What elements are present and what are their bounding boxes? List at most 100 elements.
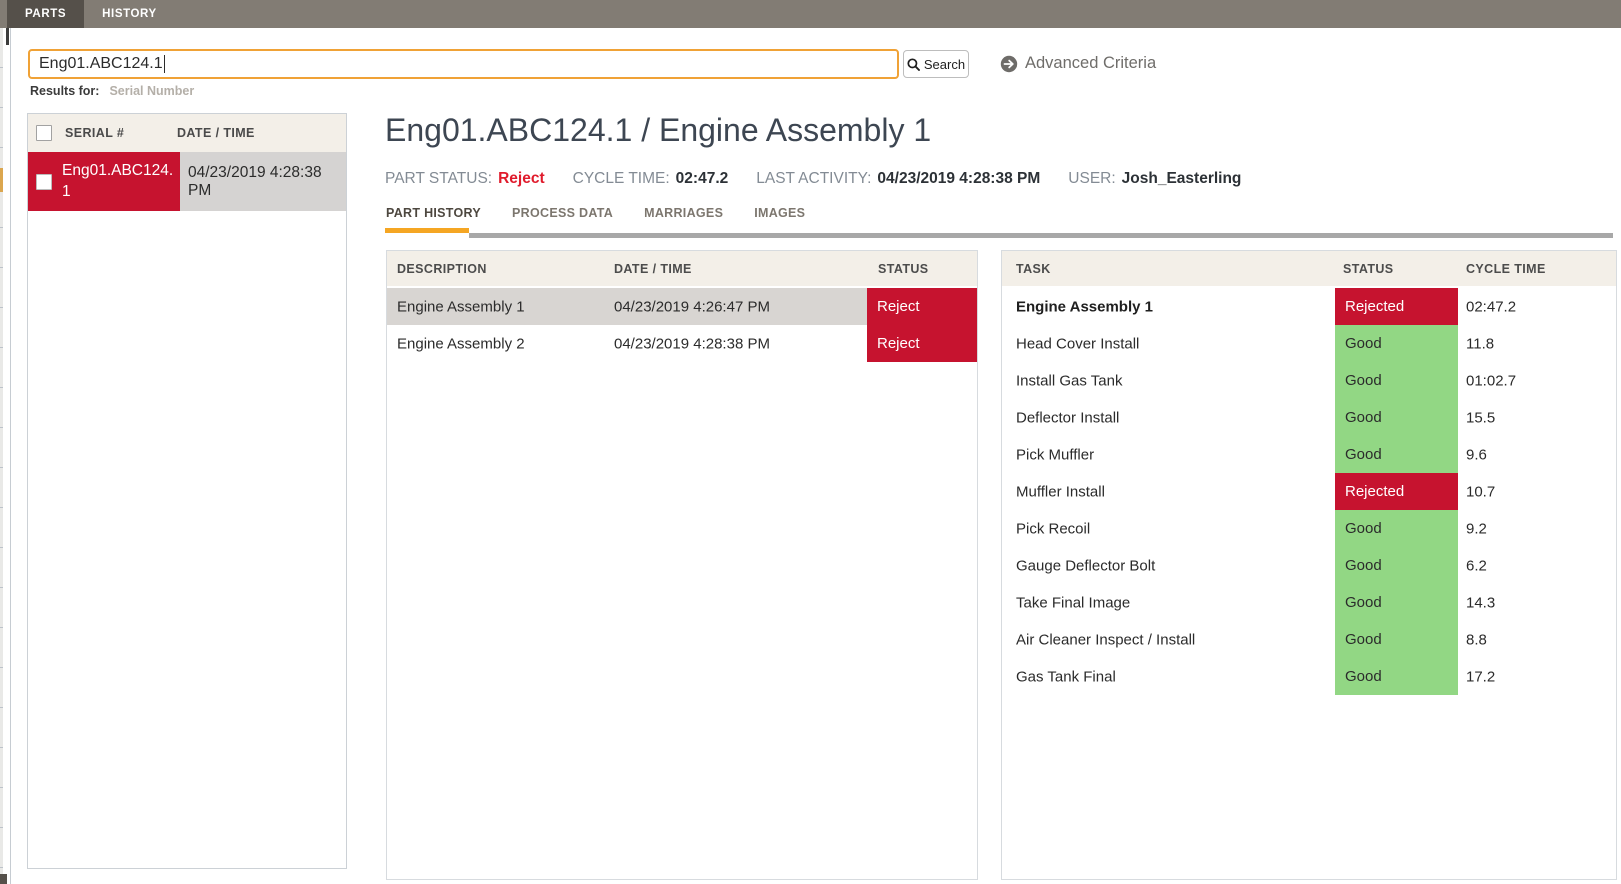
task-name: Muffler Install [1016,483,1105,500]
task-name: Air Cleaner Inspect / Install [1016,631,1196,648]
task-status-badge: Good [1335,658,1458,695]
cycle-time-label: CYCLE TIME: [572,170,670,187]
description-column-header: DESCRIPTION [397,261,487,276]
task-row: Air Cleaner Inspect / Install Good 8.8 [1002,621,1616,658]
history-row[interactable]: Engine Assembly 2 04/23/2019 4:28:38 PM … [387,325,977,362]
status-column-header: STATUS [878,261,929,276]
task-name: Pick Recoil [1016,520,1091,537]
tab-bar-rule [469,233,1613,238]
tab-images[interactable]: IMAGES [754,206,805,220]
part-history-table-header: DESCRIPTION DATE / TIME STATUS [387,251,977,288]
task-row: Deflector Install Good 15.5 [1002,399,1616,436]
row-checkbox[interactable] [36,173,52,190]
task-name: Take Final Image [1016,594,1131,611]
task-name: Deflector Install [1016,409,1120,426]
user-value: Josh_Easterling [1121,170,1242,187]
results-for-label: Results for: [30,84,100,98]
meta-cycle-time: CYCLE TIME: 02:47.2 [573,170,729,188]
task-row: Gas Tank Final Good 17.2 [1002,658,1616,695]
part-meta-line: PART STATUS: Reject CYCLE TIME: 02:47.2 … [385,170,1269,188]
task-cycle-time: 8.8 [1466,631,1487,648]
task-name: Gas Tank Final [1016,668,1116,685]
nav-tab-parts[interactable]: PARTS [7,0,85,28]
task-column-header: TASK [1016,261,1051,276]
result-serial-value: Eng01.ABC124.1 [62,161,174,200]
task-status-badge: Good [1335,584,1458,621]
last-activity-value: 04/23/2019 4:28:38 PM [877,170,1041,187]
nav-tab-history[interactable]: HISTORY [84,0,175,28]
results-for-line: Results for: Serial Number [30,84,194,98]
advanced-criteria-link[interactable]: Advanced Criteria [1000,54,1156,73]
task-name: Head Cover Install [1016,335,1140,352]
task-row: Pick Muffler Good 9.6 [1002,436,1616,473]
user-label: USER: [1068,170,1116,187]
cycle-time-value: 02:47.2 [675,170,729,187]
task-status-badge: Rejected [1335,288,1458,325]
task-status-badge: Good [1335,510,1458,547]
history-datetime: 04/23/2019 4:26:47 PM [614,298,770,315]
history-description: Engine Assembly 2 [397,335,525,352]
task-status-badge: Good [1335,399,1458,436]
task-status-badge: Good [1335,325,1458,362]
task-row: Engine Assembly 1 Rejected 02:47.2 [1002,288,1616,325]
task-cycle-time: 14.3 [1466,594,1496,611]
task-status-badge: Good [1335,621,1458,658]
arrow-circle-icon [1000,55,1018,73]
tab-marriages[interactable]: MARRIAGES [644,206,723,220]
results-for-value: Serial Number [109,84,195,98]
status-column-header: STATUS [1343,261,1394,276]
task-table-header: TASK STATUS CYCLE TIME [1002,251,1616,288]
sliver-orange-mark [0,168,3,192]
task-status-badge: Rejected [1335,473,1458,510]
task-cycle-time: 6.2 [1466,557,1487,574]
history-row[interactable]: Engine Assembly 1 04/23/2019 4:26:47 PM … [387,288,977,325]
task-cycle-time: 9.6 [1466,446,1487,463]
page-title: Eng01.ABC124.1 / Engine Assembly 1 [385,112,932,148]
result-serial-cell: Eng01.ABC124.1 [28,152,180,211]
search-input-value: Eng01.ABC124.1 [39,55,163,72]
search-button[interactable]: Search [903,50,969,78]
history-description: Engine Assembly 1 [397,298,525,315]
task-row: Muffler Install Rejected 10.7 [1002,473,1616,510]
tab-process-data[interactable]: PROCESS DATA [512,206,613,220]
task-status-badge: Good [1335,547,1458,584]
task-row: Head Cover Install Good 11.8 [1002,325,1616,362]
task-name: Install Gas Tank [1016,372,1123,389]
tab-part-history[interactable]: PART HISTORY [386,206,481,220]
part-status-value: Reject [498,170,545,187]
results-panel-header: SERIAL # DATE / TIME [28,114,346,152]
history-status-badge: Reject [867,288,977,325]
task-row: Install Gas Tank Good 01:02.7 [1002,362,1616,399]
task-cycle-time: 9.2 [1466,520,1487,537]
part-history-table: DESCRIPTION DATE / TIME STATUS Engine As… [386,250,978,880]
task-cycle-time: 11.8 [1466,335,1495,352]
result-row[interactable]: Eng01.ABC124.1 04/23/2019 4:28:38 PM [28,152,346,211]
task-cycle-time: 02:47.2 [1466,298,1517,315]
task-row: Gauge Deflector Bolt Good 6.2 [1002,547,1616,584]
sliver-dark-mark-bottom [0,874,7,884]
detail-tab-bar: PART HISTORY PROCESS DATA MARRIAGES IMAG… [386,206,805,220]
search-button-label: Search [923,56,966,72]
result-datetime-cell: 04/23/2019 4:28:38 PM [180,152,346,211]
task-status-badge: Good [1335,436,1458,473]
task-cycle-time: 15.5 [1466,409,1496,426]
search-input[interactable]: Eng01.ABC124.1 [28,49,899,79]
task-name: Pick Muffler [1016,446,1095,463]
task-row: Pick Recoil Good 9.2 [1002,510,1616,547]
task-cycle-time: 17.2 [1466,668,1496,685]
part-status-label: PART STATUS: [385,170,493,187]
serial-column-header: SERIAL # [65,126,125,140]
select-all-checkbox[interactable] [36,125,52,141]
task-row: Take Final Image Good 14.3 [1002,584,1616,621]
history-datetime: 04/23/2019 4:28:38 PM [614,335,770,352]
cycle-time-column-header: CYCLE TIME [1466,261,1546,276]
parts-history-app: PARTS HISTORY Eng01.ABC124.1 Search Adva… [0,0,1621,884]
task-table: TASK STATUS CYCLE TIME Engine Assembly 1… [1001,250,1617,880]
history-status-badge: Reject [867,325,977,362]
task-status-badge: Good [1335,362,1458,399]
text-caret [163,55,165,73]
meta-part-status: PART STATUS: Reject [385,170,545,188]
task-name: Gauge Deflector Bolt [1016,557,1156,574]
active-tab-underline [385,228,469,233]
sliver-dark-mark-top [6,28,9,45]
